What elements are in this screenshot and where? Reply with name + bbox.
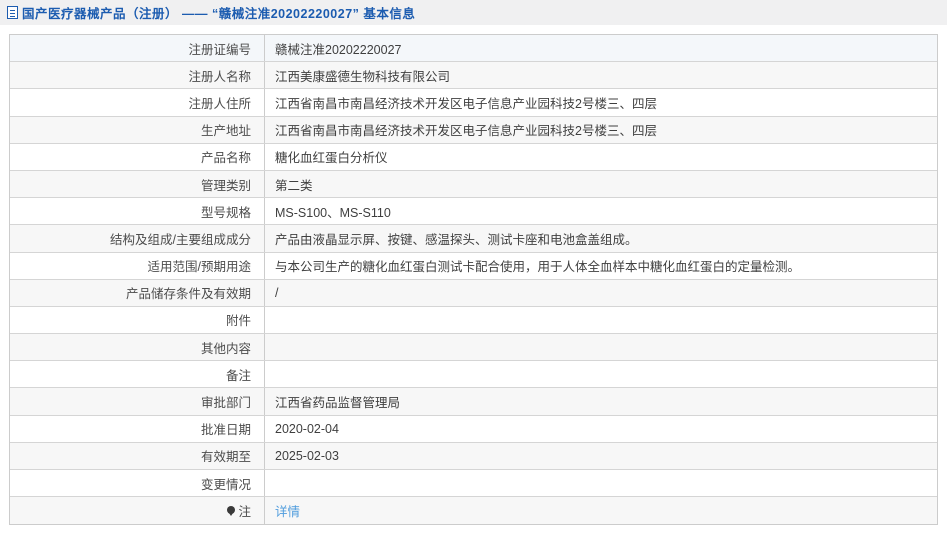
row-label-text: 注册人名称 [188,66,251,85]
row-value [264,361,937,387]
row-label-text: 有效期至 [201,446,251,465]
row-label: 审批部门 [10,388,264,414]
document-icon [7,6,18,19]
table-row: 结构及组成/主要组成成分 产品由液晶显示屏、按键、感温探头、测试卡座和电池盒盖组成… [10,225,937,252]
table-row: 注册人名称 江西美康盛德生物科技有限公司 [10,62,937,89]
row-label: 注册人住所 [10,89,264,115]
table-row: 注册人住所 江西省南昌市南昌经济技术开发区电子信息产业园科技2号楼三、四层 [10,89,937,116]
row-label: 管理类别 [10,171,264,197]
table-row: 其他内容 [10,334,937,361]
details-link[interactable]: 详情 [275,501,300,520]
row-label-text: 审批部门 [201,392,251,411]
row-label: 结构及组成/主要组成成分 [10,225,264,251]
row-label: 注册人名称 [10,62,264,88]
row-label-text: 生产地址 [201,120,251,139]
row-value: 糖化血红蛋白分析仪 [264,144,937,170]
row-value [264,307,937,333]
row-value: 与本公司生产的糖化血红蛋白测试卡配合使用，用于人体全血样本中糖化血红蛋白的定量检… [264,253,937,279]
row-value: 详情 [264,497,937,524]
row-value-text: 2025-02-03 [275,449,339,463]
row-label-text: 注册人住所 [188,93,251,112]
row-value: 江西美康盛德生物科技有限公司 [264,62,937,88]
table-row: 备注 [10,361,937,388]
table-row: 管理类别 第二类 [10,171,937,198]
table-row: 附件 [10,307,937,334]
table-row: 审批部门 江西省药品监督管理局 [10,388,937,415]
row-label: 生产地址 [10,117,264,143]
row-value-text: 赣械注准20202220027 [275,39,401,58]
row-label: 备注 [10,361,264,387]
row-value-text: 江西省药品监督管理局 [275,392,400,411]
row-value-text: 糖化血红蛋白分析仪 [275,147,388,166]
table-row: 型号规格 MS-S100、MS-S110 [10,198,937,225]
row-label: 其他内容 [10,334,264,360]
row-value-text: 第二类 [275,175,313,194]
row-value-text: MS-S100、MS-S110 [275,202,391,221]
row-value-text: 江西省南昌市南昌经济技术开发区电子信息产业园科技2号楼三、四层 [275,120,657,139]
row-label-text: 适用范围/预期用途 [148,256,251,275]
row-value: 江西省南昌市南昌经济技术开发区电子信息产业园科技2号楼三、四层 [264,117,937,143]
row-value-text: / [275,286,278,300]
row-value: 2020-02-04 [264,416,937,442]
row-label: 适用范围/预期用途 [10,253,264,279]
row-value: 江西省南昌市南昌经济技术开发区电子信息产业园科技2号楼三、四层 [264,89,937,115]
table-row: 适用范围/预期用途 与本公司生产的糖化血红蛋白测试卡配合使用，用于人体全血样本中糖… [10,253,937,280]
table-row: 变更情况 [10,470,937,497]
table-row: 产品储存条件及有效期 / [10,280,937,307]
row-label: 批准日期 [10,416,264,442]
row-label: 附件 [10,307,264,333]
row-label: 型号规格 [10,198,264,224]
row-value: 2025-02-03 [264,443,937,469]
row-label: 注册证编号 [10,35,264,61]
row-label: 变更情况 [10,470,264,496]
row-label-text: 产品储存条件及有效期 [126,283,251,302]
table-row: 注册证编号 赣械注准20202220027 [10,35,937,62]
row-label-text: 结构及组成/主要组成成分 [110,229,251,248]
registration-info-table: 注册证编号赣械注准20202220027注册人名称江西美康盛德生物科技有限公司注… [9,34,938,525]
row-label: 注 [10,497,264,524]
row-label-text: 型号规格 [201,202,251,221]
row-value-text: 2020-02-04 [275,422,339,436]
table-row: 注 详情 [10,497,937,524]
row-value-text: 江西美康盛德生物科技有限公司 [275,66,450,85]
row-label-text: 批准日期 [201,419,251,438]
row-value: 江西省药品监督管理局 [264,388,937,414]
row-label-text: 产品名称 [201,147,251,166]
table-row: 产品名称 糖化血红蛋白分析仪 [10,144,937,171]
page: 国产医疗器械产品（注册） —— “赣械注准20202220027” 基本信息 注… [0,0,947,525]
row-label-text: 备注 [226,365,251,384]
row-label: 产品名称 [10,144,264,170]
row-label-text: 附件 [226,310,251,329]
row-label-text: 其他内容 [201,338,251,357]
row-value-text: 产品由液晶显示屏、按键、感温探头、测试卡座和电池盒盖组成。 [275,229,638,248]
table-row: 有效期至 2025-02-03 [10,443,937,470]
row-label: 产品储存条件及有效期 [10,280,264,306]
row-value-text: 与本公司生产的糖化血红蛋白测试卡配合使用，用于人体全血样本中糖化血红蛋白的定量检… [275,256,800,275]
page-header: 国产医疗器械产品（注册） —— “赣械注准20202220027” 基本信息 [0,0,947,25]
row-label-text: 管理类别 [201,175,251,194]
balloon-note-icon [227,506,235,514]
row-label-text: 注 [238,501,251,520]
row-value: 第二类 [264,171,937,197]
row-value [264,334,937,360]
table-row: 生产地址 江西省南昌市南昌经济技术开发区电子信息产业园科技2号楼三、四层 [10,117,937,144]
row-label: 有效期至 [10,443,264,469]
table-row: 批准日期 2020-02-04 [10,416,937,443]
row-value [264,470,937,496]
row-label-text: 注册证编号 [188,39,251,58]
row-label-text: 变更情况 [201,474,251,493]
row-value: MS-S100、MS-S110 [264,198,937,224]
page-title: 国产医疗器械产品（注册） —— “赣械注准20202220027” 基本信息 [22,3,415,22]
row-value-text: 江西省南昌市南昌经济技术开发区电子信息产业园科技2号楼三、四层 [275,93,657,112]
row-value: / [264,280,937,306]
row-value: 产品由液晶显示屏、按键、感温探头、测试卡座和电池盒盖组成。 [264,225,937,251]
row-value: 赣械注准20202220027 [264,35,937,61]
